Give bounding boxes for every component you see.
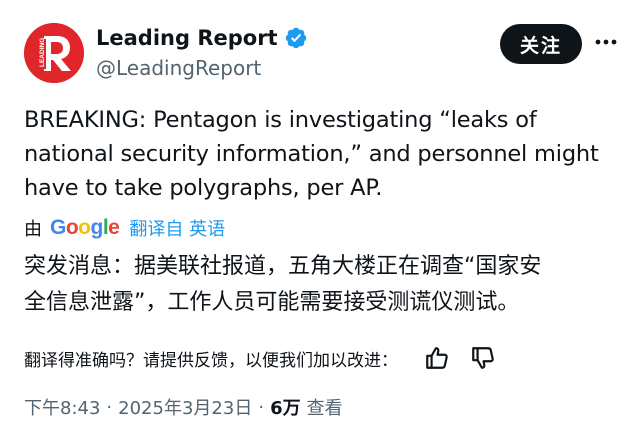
leading-report-logo: LEADING xyxy=(24,23,84,83)
separator: · xyxy=(258,396,265,418)
avatar-logo-text: LEADING xyxy=(39,38,46,67)
verified-badge-icon xyxy=(285,27,306,49)
translated-text-line: 全信息泄露”，工作人员可能需要接受测谎仪测试。 xyxy=(24,290,520,315)
translated-text-line: 突发消息：据美联社报道，五角大楼正在调查“国家安 xyxy=(24,254,542,279)
tweet-text-line: have to take polygraphs, per AP. xyxy=(24,175,383,201)
tweet-metadata: 下午8:43 · 2025年3月23日 · 6万 查看 xyxy=(24,394,343,420)
translation-attribution: 由 Google 翻译自 英语 xyxy=(24,214,225,242)
more-options-button[interactable] xyxy=(592,28,620,56)
view-count: 6万 xyxy=(270,398,301,419)
account-names: Leading Report @LeadingReport xyxy=(96,24,308,80)
translated-from-link[interactable]: 翻译自 英语 xyxy=(129,215,225,241)
translation-feedback: 翻译得准确吗？请提供反馈，以便我们加以改进： xyxy=(24,343,620,373)
tweet-text: BREAKING: Pentagon is investigating “lea… xyxy=(24,103,620,205)
follow-button[interactable]: 关注 xyxy=(500,24,582,64)
more-horizontal-icon xyxy=(595,39,617,45)
translated-by-prefix: 由 xyxy=(24,219,42,240)
account-handle[interactable]: @LeadingReport xyxy=(96,56,308,80)
display-name[interactable]: Leading Report xyxy=(96,26,278,50)
translated-text: 突发消息：据美联社报道，五角大楼正在调查“国家安 全信息泄露”，工作人员可能需要… xyxy=(24,249,624,321)
thumbs-down-icon[interactable] xyxy=(470,345,496,371)
tweet-date[interactable]: 2025年3月23日 xyxy=(118,394,252,420)
tweet-header: LEADING Leading Report @LeadingReport 关注 xyxy=(24,18,620,88)
separator: · xyxy=(106,396,113,418)
avatar[interactable]: LEADING xyxy=(24,23,84,83)
google-logo: Google xyxy=(50,216,120,239)
tweet-text-line: BREAKING: Pentagon is investigating “lea… xyxy=(24,107,537,133)
thumbs-up-icon[interactable] xyxy=(424,345,450,371)
feedback-prompt: 翻译得准确吗？请提供反馈，以便我们加以改进： xyxy=(24,350,398,371)
tweet-time[interactable]: 下午8:43 xyxy=(24,394,100,420)
views-label: 查看 xyxy=(306,398,343,419)
tweet-text-line: national security information,” and pers… xyxy=(24,141,599,167)
